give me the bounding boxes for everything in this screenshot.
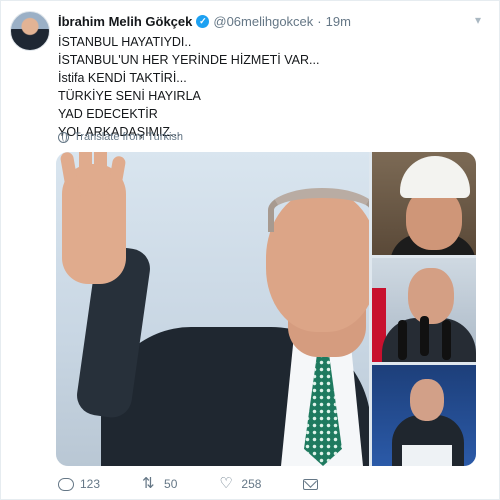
main-photo[interactable] (56, 152, 369, 466)
photo-waving-hand (59, 152, 127, 284)
podium (402, 445, 452, 466)
tweet-line: YAD EDECEKTİR (58, 107, 158, 121)
like-icon: ♡ (219, 475, 233, 492)
microphone (420, 316, 429, 356)
author-handle[interactable]: @06melihgokcek (213, 14, 313, 29)
photo-face (408, 268, 454, 324)
media-grid (56, 152, 476, 466)
translate-link[interactable]: Translate from Turkish (58, 131, 183, 143)
microphone (398, 320, 407, 360)
hard-hat (400, 156, 470, 198)
tweet-line: İSTANBUL HAYATIYDI.. (58, 35, 192, 49)
like-count: 258 (241, 477, 262, 491)
author-name[interactable]: İbrahim Melih Gökçek (58, 14, 192, 29)
reply-icon (58, 477, 74, 491)
tweet-text: İSTANBUL HAYATIYDI.. İSTANBUL'UN HER YER… (58, 33, 478, 141)
tweet-actions: 123 ⇅ 50 ♡ 258 (58, 475, 360, 492)
photo-face (410, 379, 444, 421)
tweet-card: İbrahim Melih Gökçek ✓ @06melihgokcek · … (0, 0, 500, 500)
retweet-button[interactable]: ⇅ 50 (142, 475, 178, 492)
like-button[interactable]: ♡ 258 (219, 475, 262, 492)
tweet-line: TÜRKİYE SENİ HAYIRLA (58, 89, 201, 103)
photo-hair (268, 188, 369, 232)
caret-down-icon[interactable]: ▾ (471, 13, 485, 27)
tweet-line: İSTANBUL'UN HER YERİNDE HİZMETİ VAR... (58, 53, 320, 67)
separator-dot: · (317, 13, 322, 29)
globe-icon (58, 131, 69, 143)
reply-count: 123 (80, 477, 101, 491)
side-photo-helmet[interactable] (372, 152, 476, 255)
side-photo-press[interactable] (372, 258, 476, 362)
avatar[interactable] (10, 11, 50, 51)
reply-button[interactable]: 123 (58, 477, 100, 491)
translate-label: Translate from Turkish (74, 131, 184, 143)
verified-badge-icon: ✓ (196, 14, 210, 28)
direct-message-icon (303, 478, 319, 490)
photo-suit (382, 318, 476, 362)
side-photo-podium[interactable] (372, 365, 476, 466)
microphone (442, 320, 451, 360)
direct-message-button[interactable] (303, 478, 319, 490)
retweet-count: 50 (164, 477, 178, 491)
tweet-header: İbrahim Melih Gökçek ✓ @06melihgokcek · … (58, 13, 351, 29)
tweet-timestamp[interactable]: 19m (326, 14, 351, 29)
retweet-icon: ⇅ (142, 475, 155, 492)
tweet-line: İstifa KENDİ TAKTİRİ... (58, 71, 187, 85)
